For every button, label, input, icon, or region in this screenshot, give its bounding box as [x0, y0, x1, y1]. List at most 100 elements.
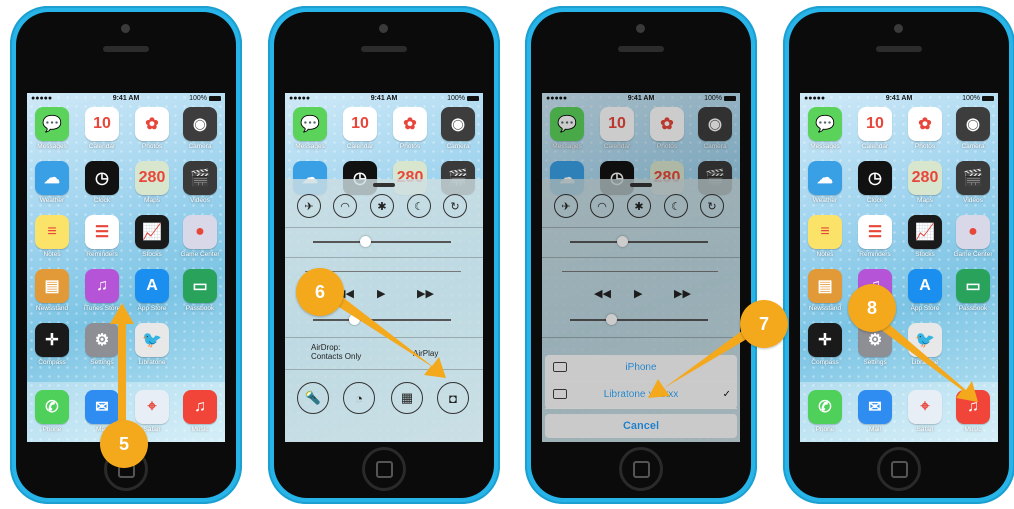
app-libratone[interactable]: 🐦 Libratone	[902, 323, 948, 366]
app-music[interactable]: ♫ Music	[950, 390, 996, 433]
app-safari[interactable]: ⌖ Safari	[902, 390, 948, 433]
app-label: Photos	[914, 143, 936, 150]
cancel-button[interactable]: Cancel	[545, 414, 737, 438]
home-button[interactable]	[362, 447, 406, 491]
airplay-device-sheet: iPhone Libratone xxxxxx ✓	[545, 355, 737, 409]
app-glyph-icon: ☰	[867, 224, 883, 241]
app-messages[interactable]: 💬 Messages	[802, 107, 848, 150]
app-weather[interactable]: ☁ Weather	[29, 161, 75, 204]
play-button[interactable]: ▶	[377, 287, 385, 300]
app-glyph-icon: ☁	[44, 170, 60, 187]
app-itunes-store[interactable]: ♫ iTunes Store	[79, 269, 125, 312]
app-reminders[interactable]: ☰ Reminders	[852, 215, 898, 258]
app-photos[interactable]: ✿ Photos	[902, 107, 948, 150]
grabber-handle[interactable]	[373, 183, 395, 187]
volume-knob[interactable]	[349, 314, 361, 325]
brightness-slider[interactable]	[570, 236, 708, 247]
app-settings[interactable]: ⚙ Settings	[79, 323, 125, 366]
app-label: Camera	[703, 143, 727, 150]
brightness-knob[interactable]	[360, 236, 372, 247]
app-reminders[interactable]: ☰ Reminders	[79, 215, 125, 258]
wifi-toggle[interactable]: ◠	[590, 194, 614, 218]
bluetooth-toggle[interactable]: ✱	[370, 194, 394, 218]
airplane-mode-toggle[interactable]: ✈	[554, 194, 578, 218]
app-messages[interactable]: 💬 Messages	[287, 107, 333, 150]
brightness-slider[interactable]	[313, 236, 451, 247]
app-stocks[interactable]: 📈 Stocks	[129, 215, 175, 258]
brightness-knob[interactable]	[617, 236, 629, 247]
app-calendar[interactable]: 10 Calendar	[79, 107, 125, 150]
playback-scrubber[interactable]	[562, 271, 718, 272]
app-libratone[interactable]: 🐦 Libratone	[129, 323, 175, 366]
app-icon: 🎬	[183, 161, 217, 195]
app-notes[interactable]: ≡ Notes	[29, 215, 75, 258]
app-newsstand[interactable]: ▤ Newsstand	[802, 269, 848, 312]
app-newsstand[interactable]: ▤ Newsstand	[29, 269, 75, 312]
app-glyph-icon: 10	[608, 115, 626, 132]
app-calendar[interactable]: 10 Calendar	[852, 107, 898, 150]
app-mail[interactable]: ✉ Mail	[852, 390, 898, 433]
airplay-button[interactable]: AirPlay	[413, 349, 438, 358]
play-button[interactable]: ▶	[634, 287, 642, 300]
airplay-device-row[interactable]: iPhone	[545, 355, 737, 382]
app-calendar[interactable]: 10 Calendar	[594, 107, 640, 150]
app-app-store[interactable]: A App Store	[129, 269, 175, 312]
app-passbook[interactable]: ▭ Passbook	[950, 269, 996, 312]
app-clock[interactable]: ◷ Clock	[852, 161, 898, 204]
app-camera[interactable]: ◉ Camera	[950, 107, 996, 150]
app-messages[interactable]: 💬 Messages	[544, 107, 590, 150]
volume-slider[interactable]	[570, 314, 708, 325]
rotation-lock-toggle[interactable]: ↻	[700, 194, 724, 218]
app-videos[interactable]: 🎬 Videos	[177, 161, 223, 204]
calculator-icon[interactable]: ▦	[391, 382, 423, 414]
home-button[interactable]	[619, 447, 663, 491]
app-music[interactable]: ♫ Music	[177, 390, 223, 433]
wifi-toggle[interactable]: ◠	[333, 194, 357, 218]
app-passbook[interactable]: ▭ Passbook	[177, 269, 223, 312]
app-photos[interactable]: ✿ Photos	[129, 107, 175, 150]
do-not-disturb-toggle[interactable]: ☾	[407, 194, 431, 218]
app-app-store[interactable]: A App Store	[902, 269, 948, 312]
do-not-disturb-toggle[interactable]: ☾	[664, 194, 688, 218]
app-weather[interactable]: ☁ Weather	[802, 161, 848, 204]
app-stocks[interactable]: 📈 Stocks	[902, 215, 948, 258]
airplay-device-row[interactable]: Libratone xxxxxx ✓	[545, 382, 737, 409]
app-camera[interactable]: ◉ Camera	[435, 107, 481, 150]
previous-track-button[interactable]: ◀◀	[594, 287, 611, 300]
app-compass[interactable]: ✛ Compass	[29, 323, 75, 366]
app-camera[interactable]: ◉ Camera	[177, 107, 223, 150]
airplane-mode-toggle[interactable]: ✈	[297, 194, 321, 218]
next-track-button[interactable]: ▶▶	[674, 287, 691, 300]
app-calendar[interactable]: 10 Calendar	[337, 107, 383, 150]
camera-icon[interactable]: ◘	[437, 382, 469, 414]
volume-slider[interactable]	[313, 314, 451, 325]
app-game-center[interactable]: ● Game Center	[950, 215, 996, 258]
app-icon: ♫	[85, 269, 119, 303]
app-compass[interactable]: ✛ Compass	[802, 323, 848, 366]
app-game-center[interactable]: ● Game Center	[177, 215, 223, 258]
app-photos[interactable]: ✿ Photos	[387, 107, 433, 150]
bluetooth-toggle[interactable]: ✱	[627, 194, 651, 218]
rotation-lock-toggle[interactable]: ↻	[443, 194, 467, 218]
app-clock[interactable]: ◷ Clock	[79, 161, 125, 204]
airdrop-button[interactable]: AirDrop: Contacts Only	[311, 343, 361, 361]
app-notes[interactable]: ≡ Notes	[802, 215, 848, 258]
timer-icon[interactable]: ◔	[343, 382, 375, 414]
app-phone[interactable]: ✆ Phone	[802, 390, 848, 433]
app-icon: 💬	[35, 107, 69, 141]
home-button[interactable]	[877, 447, 921, 491]
phone-2: ●●●●● 9:41 AM 100% 💬 Messages 10 Calendar ✿ Pho…	[268, 6, 500, 504]
app-videos[interactable]: 🎬 Videos	[950, 161, 996, 204]
app-glyph-icon: ≡	[47, 223, 57, 240]
app-camera[interactable]: ◉ Camera	[692, 107, 738, 150]
app-messages[interactable]: 💬 Messages	[29, 107, 75, 150]
app-label: Photos	[141, 143, 163, 150]
app-maps[interactable]: 280 Maps	[902, 161, 948, 204]
flashlight-icon[interactable]: 🔦	[297, 382, 329, 414]
volume-knob[interactable]	[606, 314, 618, 325]
app-photos[interactable]: ✿ Photos	[644, 107, 690, 150]
grabber-handle[interactable]	[630, 183, 652, 187]
app-maps[interactable]: 280 Maps	[129, 161, 175, 204]
next-track-button[interactable]: ▶▶	[417, 287, 434, 300]
app-phone[interactable]: ✆ Phone	[29, 390, 75, 433]
